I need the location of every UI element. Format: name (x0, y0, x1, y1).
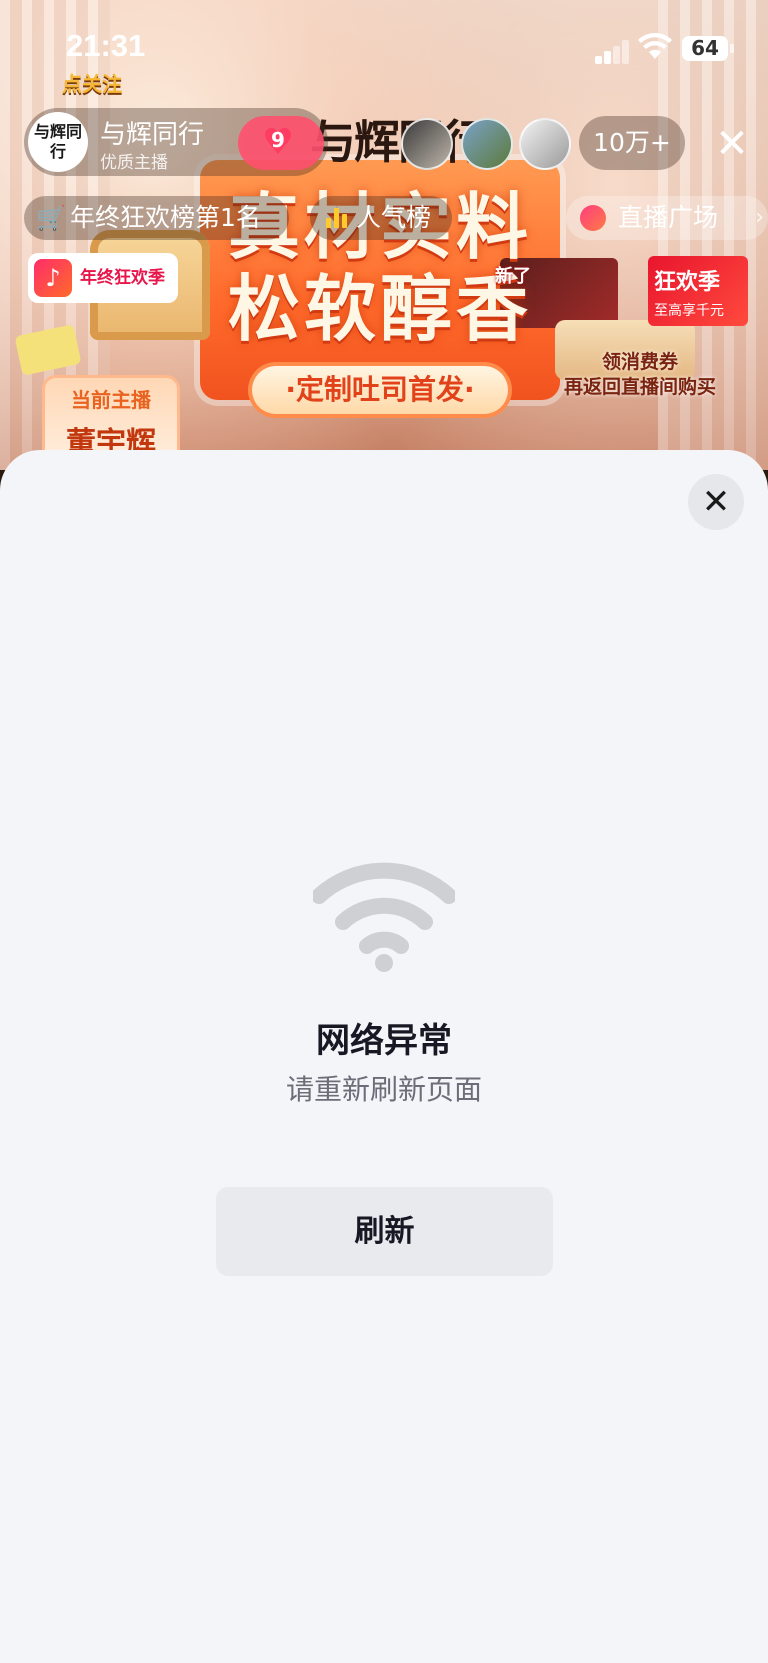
viewer-avatar[interactable] (519, 118, 571, 170)
chevron-right-icon: › (755, 205, 764, 230)
live-plaza-pill[interactable]: 直播广场 › (566, 196, 768, 240)
error-subtitle: 请重新刷新页面 (285, 1073, 482, 1106)
return-text: 再返回直播间购买 (563, 376, 716, 398)
douyin-icon: ♪ (34, 259, 72, 297)
viewer-avatar[interactable] (461, 118, 513, 170)
follow-tag[interactable]: 点关注 (62, 68, 122, 97)
current-host-label: 当前主播 (71, 388, 151, 412)
viewer-avatar[interactable] (401, 118, 453, 170)
error-title: 网络异常 (316, 1021, 452, 1061)
status-time: 21:31 (66, 28, 146, 63)
plaza-icon (580, 205, 606, 231)
coupon-text: 领消费券 (601, 351, 678, 373)
wifi-icon (313, 862, 455, 972)
host-subtitle: 优质主播 (100, 153, 168, 173)
rank-pill[interactable]: 🛒 年终狂欢榜第1名 (24, 196, 289, 240)
live-plaza-label: 直播广场 (618, 203, 719, 232)
popularity-pill[interactable]: 人气榜 (310, 196, 452, 240)
battery-indicator: 64 (682, 36, 734, 61)
festival-promo-sub: 至高享千元 (654, 303, 724, 319)
cart-icon: 🛒 (36, 204, 66, 232)
cellular-signal-icon (595, 38, 631, 64)
rank-label: 年终狂欢榜第1名 (70, 203, 261, 232)
refresh-button[interactable]: 刷新 (216, 1187, 553, 1276)
festival-badge-label: 年终狂欢季 (80, 268, 165, 288)
like-button[interactable]: ♥ 9 (238, 116, 324, 170)
viewer-count[interactable]: 10万+ (579, 116, 685, 170)
festival-promo-card[interactable]: 狂欢季 至高享千元 (648, 256, 748, 326)
bar-chart-icon (326, 208, 348, 228)
popularity-label: 人气榜 (356, 203, 432, 232)
wifi-status-icon (638, 33, 672, 59)
host-name: 与辉同行 (100, 120, 205, 150)
banner-tagline: ·定制吐司首发· (252, 366, 508, 414)
sheet-close-button[interactable]: ✕ (688, 474, 744, 530)
festival-badge[interactable]: ♪ 年终狂欢季 (28, 253, 178, 303)
new-tag: 新了 (495, 266, 531, 287)
festival-promo-title: 狂欢季 (654, 270, 721, 295)
like-count: 9 (271, 128, 285, 152)
close-icon[interactable]: ✕ (712, 122, 752, 166)
brand-logo-text: 与辉同行 (310, 115, 488, 169)
host-avatar[interactable]: 与辉同行 (28, 112, 88, 172)
